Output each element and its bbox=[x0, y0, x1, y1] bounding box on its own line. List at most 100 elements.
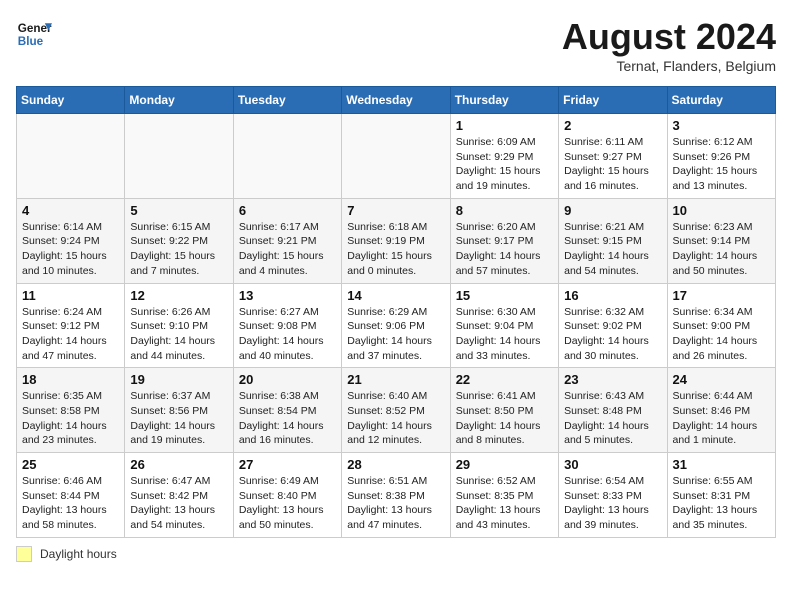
calendar-cell: 9 Sunrise: 6:21 AM Sunset: 9:15 PM Daylig… bbox=[559, 198, 667, 283]
week-row-3: 11 Sunrise: 6:24 AM Sunset: 9:12 PM Dayli… bbox=[17, 283, 776, 368]
day-info: Sunrise: 6:18 AM Sunset: 9:19 PM Dayligh… bbox=[347, 220, 444, 279]
day-info: Sunrise: 6:34 AM Sunset: 9:00 PM Dayligh… bbox=[673, 305, 770, 364]
day-info: Sunrise: 6:30 AM Sunset: 9:04 PM Dayligh… bbox=[456, 305, 553, 364]
day-info: Sunrise: 6:14 AM Sunset: 9:24 PM Dayligh… bbox=[22, 220, 119, 279]
calendar-cell: 11 Sunrise: 6:24 AM Sunset: 9:12 PM Dayli… bbox=[17, 283, 125, 368]
week-row-2: 4 Sunrise: 6:14 AM Sunset: 9:24 PM Daylig… bbox=[17, 198, 776, 283]
calendar-cell bbox=[125, 114, 233, 199]
day-number: 15 bbox=[456, 288, 553, 303]
day-number: 3 bbox=[673, 118, 770, 133]
weekday-header-row: SundayMondayTuesdayWednesdayThursdayFrid… bbox=[17, 87, 776, 114]
week-row-1: 1 Sunrise: 6:09 AM Sunset: 9:29 PM Daylig… bbox=[17, 114, 776, 199]
calendar-cell: 16 Sunrise: 6:32 AM Sunset: 9:02 PM Dayli… bbox=[559, 283, 667, 368]
day-info: Sunrise: 6:15 AM Sunset: 9:22 PM Dayligh… bbox=[130, 220, 227, 279]
calendar-table: SundayMondayTuesdayWednesdayThursdayFrid… bbox=[16, 86, 776, 538]
calendar-cell: 4 Sunrise: 6:14 AM Sunset: 9:24 PM Daylig… bbox=[17, 198, 125, 283]
weekday-header-monday: Monday bbox=[125, 87, 233, 114]
day-info: Sunrise: 6:12 AM Sunset: 9:26 PM Dayligh… bbox=[673, 135, 770, 194]
calendar-cell: 2Sunrise: 6:11 AM Sunset: 9:27 PM Daylig… bbox=[559, 114, 667, 199]
day-number: 27 bbox=[239, 457, 336, 472]
legend-label: Daylight hours bbox=[40, 547, 117, 561]
day-number: 17 bbox=[673, 288, 770, 303]
calendar-cell: 30 Sunrise: 6:54 AM Sunset: 8:33 PM Dayli… bbox=[559, 453, 667, 538]
calendar-cell: 26 Sunrise: 6:47 AM Sunset: 8:42 PM Dayli… bbox=[125, 453, 233, 538]
day-number: 28 bbox=[347, 457, 444, 472]
calendar-cell bbox=[17, 114, 125, 199]
calendar-cell: 22Sunrise: 6:41 AM Sunset: 8:50 PM Dayli… bbox=[450, 368, 558, 453]
day-info: Sunrise: 6:51 AM Sunset: 8:38 PM Dayligh… bbox=[347, 474, 444, 533]
legend: Daylight hours bbox=[16, 546, 776, 562]
calendar-cell: 18 Sunrise: 6:35 AM Sunset: 8:58 PM Dayli… bbox=[17, 368, 125, 453]
day-number: 13 bbox=[239, 288, 336, 303]
calendar-cell: 27 Sunrise: 6:49 AM Sunset: 8:40 PM Dayli… bbox=[233, 453, 341, 538]
weekday-header-saturday: Saturday bbox=[667, 87, 775, 114]
day-number: 19 bbox=[130, 372, 227, 387]
day-number: 21 bbox=[347, 372, 444, 387]
calendar-cell bbox=[233, 114, 341, 199]
page-header: General Blue General Blue August 2024 Te… bbox=[16, 16, 776, 74]
day-number: 26 bbox=[130, 457, 227, 472]
day-number: 10 bbox=[673, 203, 770, 218]
weekday-header-wednesday: Wednesday bbox=[342, 87, 450, 114]
day-info: Sunrise: 6:20 AM Sunset: 9:17 PM Dayligh… bbox=[456, 220, 553, 279]
calendar-cell: 28 Sunrise: 6:51 AM Sunset: 8:38 PM Dayli… bbox=[342, 453, 450, 538]
day-info: Sunrise: 6:21 AM Sunset: 9:15 PM Dayligh… bbox=[564, 220, 661, 279]
calendar-cell: 17 Sunrise: 6:34 AM Sunset: 9:00 PM Dayli… bbox=[667, 283, 775, 368]
calendar-cell: 15 Sunrise: 6:30 AM Sunset: 9:04 PM Dayli… bbox=[450, 283, 558, 368]
weekday-header-friday: Friday bbox=[559, 87, 667, 114]
calendar-cell: 25Sunrise: 6:46 AM Sunset: 8:44 PM Dayli… bbox=[17, 453, 125, 538]
day-info: Sunrise: 6:52 AM Sunset: 8:35 PM Dayligh… bbox=[456, 474, 553, 533]
logo-icon: General Blue bbox=[16, 16, 52, 52]
calendar-cell: 6 Sunrise: 6:17 AM Sunset: 9:21 PM Daylig… bbox=[233, 198, 341, 283]
day-number: 5 bbox=[130, 203, 227, 218]
day-number: 23 bbox=[564, 372, 661, 387]
day-info: Sunrise: 6:47 AM Sunset: 8:42 PM Dayligh… bbox=[130, 474, 227, 533]
calendar-cell: 3 Sunrise: 6:12 AM Sunset: 9:26 PM Daylig… bbox=[667, 114, 775, 199]
month-year-title: August 2024 bbox=[562, 16, 776, 58]
day-number: 11 bbox=[22, 288, 119, 303]
day-info: Sunrise: 6:17 AM Sunset: 9:21 PM Dayligh… bbox=[239, 220, 336, 279]
day-number: 12 bbox=[130, 288, 227, 303]
title-block: August 2024 Ternat, Flanders, Belgium bbox=[562, 16, 776, 74]
legend-icon bbox=[16, 546, 32, 562]
day-number: 6 bbox=[239, 203, 336, 218]
calendar-cell: 12Sunrise: 6:26 AM Sunset: 9:10 PM Dayli… bbox=[125, 283, 233, 368]
calendar-cell bbox=[342, 114, 450, 199]
day-info: Sunrise: 6:29 AM Sunset: 9:06 PM Dayligh… bbox=[347, 305, 444, 364]
day-number: 1 bbox=[456, 118, 553, 133]
day-info: Sunrise: 6:49 AM Sunset: 8:40 PM Dayligh… bbox=[239, 474, 336, 533]
day-info: Sunrise: 6:23 AM Sunset: 9:14 PM Dayligh… bbox=[673, 220, 770, 279]
day-info: Sunrise: 6:32 AM Sunset: 9:02 PM Dayligh… bbox=[564, 305, 661, 364]
day-info: Sunrise: 6:54 AM Sunset: 8:33 PM Dayligh… bbox=[564, 474, 661, 533]
day-info: Sunrise: 6:46 AM Sunset: 8:44 PM Dayligh… bbox=[22, 474, 119, 533]
day-info: Sunrise: 6:55 AM Sunset: 8:31 PM Dayligh… bbox=[673, 474, 770, 533]
calendar-cell: 7Sunrise: 6:18 AM Sunset: 9:19 PM Daylig… bbox=[342, 198, 450, 283]
day-number: 18 bbox=[22, 372, 119, 387]
logo: General Blue General Blue bbox=[16, 16, 52, 52]
calendar-cell: 5 Sunrise: 6:15 AM Sunset: 9:22 PM Daylig… bbox=[125, 198, 233, 283]
day-number: 24 bbox=[673, 372, 770, 387]
weekday-header-tuesday: Tuesday bbox=[233, 87, 341, 114]
location-subtitle: Ternat, Flanders, Belgium bbox=[562, 58, 776, 74]
calendar-cell: 29Sunrise: 6:52 AM Sunset: 8:35 PM Dayli… bbox=[450, 453, 558, 538]
calendar-cell: 19 Sunrise: 6:37 AM Sunset: 8:56 PM Dayli… bbox=[125, 368, 233, 453]
day-info: Sunrise: 6:35 AM Sunset: 8:58 PM Dayligh… bbox=[22, 389, 119, 448]
day-info: Sunrise: 6:43 AM Sunset: 8:48 PM Dayligh… bbox=[564, 389, 661, 448]
calendar-cell: 24 Sunrise: 6:44 AM Sunset: 8:46 PM Dayli… bbox=[667, 368, 775, 453]
calendar-cell: 23 Sunrise: 6:43 AM Sunset: 8:48 PM Dayli… bbox=[559, 368, 667, 453]
day-info: Sunrise: 6:24 AM Sunset: 9:12 PM Dayligh… bbox=[22, 305, 119, 364]
calendar-cell: 8Sunrise: 6:20 AM Sunset: 9:17 PM Daylig… bbox=[450, 198, 558, 283]
day-number: 4 bbox=[22, 203, 119, 218]
calendar-cell: 1 Sunrise: 6:09 AM Sunset: 9:29 PM Daylig… bbox=[450, 114, 558, 199]
day-number: 9 bbox=[564, 203, 661, 218]
day-number: 16 bbox=[564, 288, 661, 303]
day-info: Sunrise: 6:37 AM Sunset: 8:56 PM Dayligh… bbox=[130, 389, 227, 448]
day-number: 2 bbox=[564, 118, 661, 133]
day-number: 20 bbox=[239, 372, 336, 387]
weekday-header-thursday: Thursday bbox=[450, 87, 558, 114]
day-number: 14 bbox=[347, 288, 444, 303]
day-info: Sunrise: 6:09 AM Sunset: 9:29 PM Dayligh… bbox=[456, 135, 553, 194]
day-info: Sunrise: 6:44 AM Sunset: 8:46 PM Dayligh… bbox=[673, 389, 770, 448]
day-info: Sunrise: 6:40 AM Sunset: 8:52 PM Dayligh… bbox=[347, 389, 444, 448]
day-number: 30 bbox=[564, 457, 661, 472]
